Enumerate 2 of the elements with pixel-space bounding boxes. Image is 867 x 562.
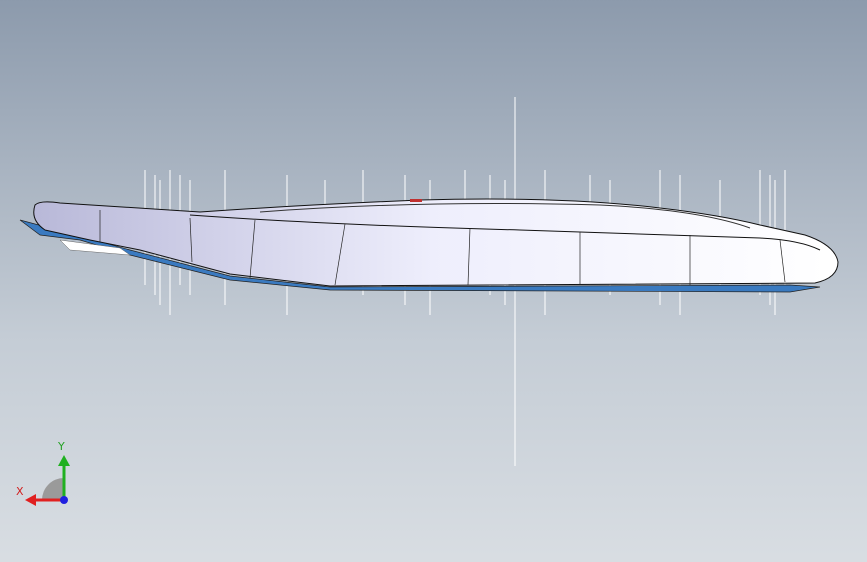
x-axis-label: X [16,485,24,498]
y-axis-label: Y [58,440,65,453]
